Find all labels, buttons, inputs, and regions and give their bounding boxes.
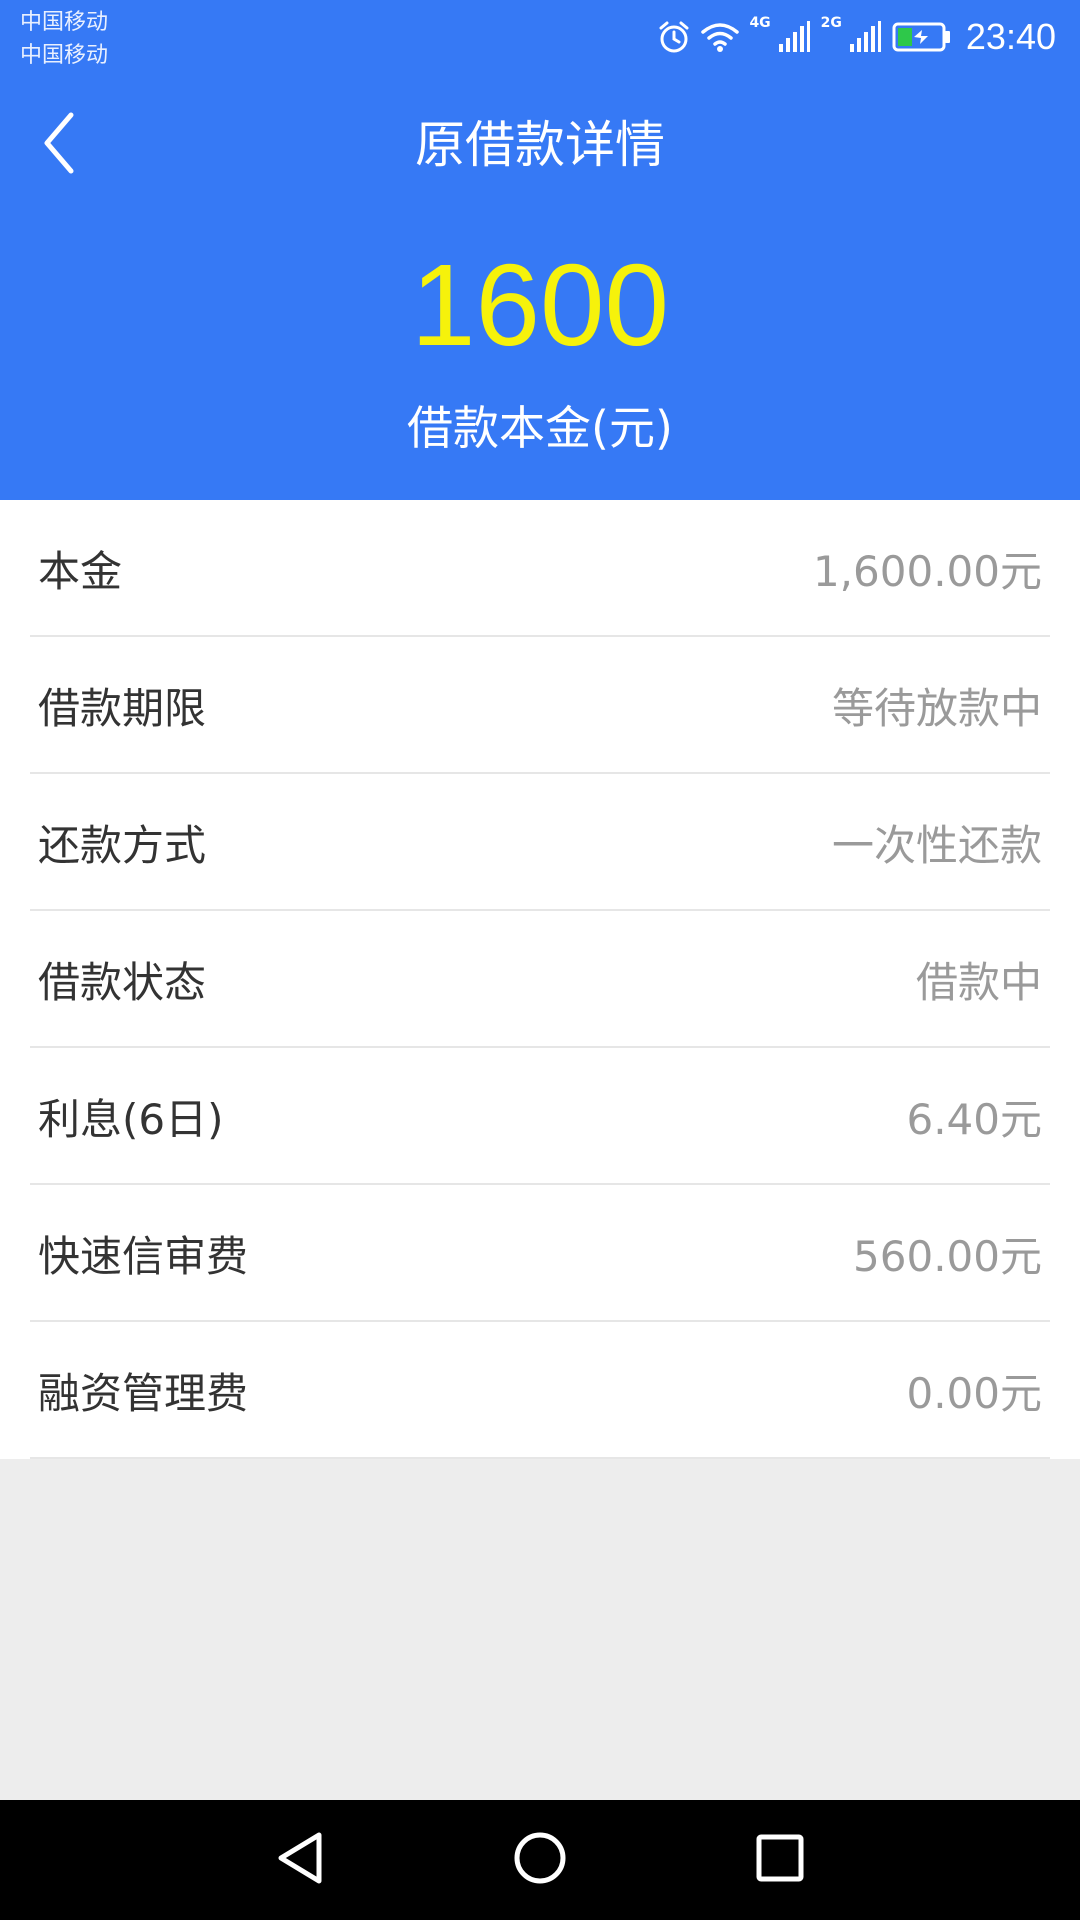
carrier-1: 中国移动 (20, 10, 109, 35)
network-type-2: 2G (820, 15, 842, 31)
detail-value: 0.00元 (906, 1369, 1042, 1418)
header: 中国移动 中国移动 4G 2G 23:40 原借款详情 1600 借款本金(元) (0, 0, 1080, 500)
detail-row-principal: 本金 1,600.00元 (0, 500, 1080, 637)
navigation-bar: 原借款详情 (0, 80, 1080, 210)
detail-label: 本金 (38, 547, 123, 596)
wifi-icon (701, 21, 740, 53)
signal-icon (848, 20, 882, 54)
signal-icon (777, 20, 811, 54)
detail-value: 一次性还款 (831, 821, 1042, 870)
detail-row-repayment-method: 还款方式 一次性还款 (0, 774, 1080, 911)
system-recents-button[interactable] (745, 1825, 815, 1895)
detail-row-term: 借款期限 等待放款中 (0, 637, 1080, 774)
detail-row-management-fee: 融资管理费 0.00元 (0, 1322, 1080, 1459)
detail-value: 560.00元 (853, 1232, 1042, 1281)
detail-label: 还款方式 (38, 821, 207, 870)
system-home-button[interactable] (505, 1825, 575, 1895)
carrier-info: 中国移动 中国移动 (20, 6, 108, 72)
detail-value: 等待放款中 (831, 684, 1042, 733)
detail-label: 借款期限 (38, 684, 207, 733)
detail-value: 6.40元 (906, 1095, 1042, 1144)
system-back-button[interactable] (265, 1825, 335, 1895)
page-title: 原借款详情 (415, 116, 665, 174)
system-navigation-bar (0, 1800, 1080, 1920)
square-recents-icon (755, 1833, 805, 1887)
detail-row-status: 借款状态 借款中 (0, 911, 1080, 1048)
loan-detail-list: 本金 1,600.00元 借款期限 等待放款中 还款方式 一次性还款 借款状态 … (0, 500, 1080, 1459)
detail-value: 1,600.00元 (812, 547, 1042, 596)
status-icons: 4G 2G 23:40 (657, 12, 1056, 62)
carrier-2: 中国移动 (20, 43, 109, 68)
loan-amount: 1600 (410, 240, 670, 370)
loan-amount-caption: 借款本金(元) (407, 401, 673, 455)
triangle-back-icon (275, 1831, 325, 1889)
battery-charging-icon (892, 21, 952, 53)
circle-home-icon (513, 1831, 567, 1889)
detail-label: 融资管理费 (38, 1369, 249, 1418)
network-type-1: 4G (749, 15, 771, 31)
detail-value: 借款中 (915, 958, 1042, 1007)
alarm-icon (657, 20, 691, 54)
detail-label: 利息(6日) (38, 1095, 224, 1144)
detail-row-interest: 利息(6日) 6.40元 (0, 1048, 1080, 1185)
clock: 23:40 (965, 16, 1056, 57)
detail-label: 借款状态 (38, 958, 207, 1007)
detail-row-review-fee: 快速信审费 560.00元 (0, 1185, 1080, 1322)
detail-label: 快速信审费 (38, 1232, 249, 1281)
status-bar: 中国移动 中国移动 4G 2G 23:40 (0, 0, 1080, 72)
